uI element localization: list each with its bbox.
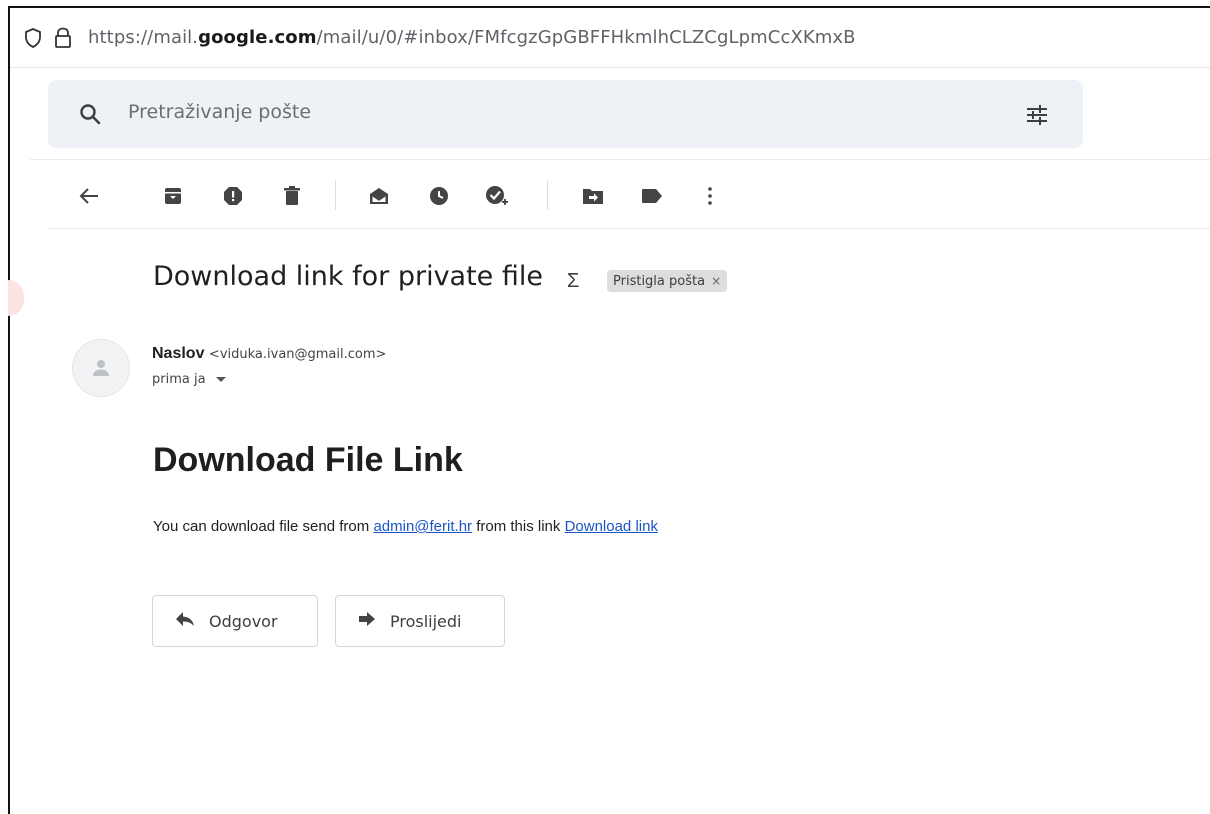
body-text-segment: from this link [476, 518, 561, 535]
address-bar[interactable]: https://mail.google.com/mail/u/0/#inbox/… [10, 8, 1210, 68]
snooze-icon[interactable] [421, 178, 457, 214]
delete-icon[interactable] [274, 178, 310, 214]
search-bar [48, 80, 1083, 148]
sender-name[interactable]: Naslov [152, 345, 204, 362]
body-text-segment: You can download file send from [153, 518, 370, 535]
sender-email-link[interactable]: admin@ferit.hr [373, 518, 472, 535]
url-text[interactable]: https://mail.google.com/mail/u/0/#inbox/… [88, 27, 856, 48]
reply-icon [175, 611, 195, 631]
side-indicator [8, 280, 24, 316]
search-icon[interactable] [78, 102, 102, 131]
sender-line: Naslov <viduka.ivan@gmail.com> [152, 345, 386, 363]
label-chip[interactable]: Pristigla pošta × [607, 270, 728, 292]
sender-email: <viduka.ivan@gmail.com> [208, 347, 387, 362]
lock-icon[interactable] [54, 27, 72, 49]
more-options-icon[interactable] [692, 178, 728, 214]
labels-icon[interactable] [634, 178, 670, 214]
forward-button[interactable]: Proslijedi [335, 595, 505, 647]
avatar[interactable] [72, 339, 130, 397]
download-link[interactable]: Download link [565, 518, 658, 535]
browser-window: https://mail.google.com/mail/u/0/#inbox/… [8, 6, 1210, 814]
forward-label: Proslijedi [390, 611, 462, 631]
shield-icon[interactable] [24, 28, 42, 48]
recipient-text: prima ja [152, 372, 206, 387]
reply-button[interactable]: Odgovor [152, 595, 318, 647]
toolbar-divider [547, 180, 548, 210]
search-input[interactable] [128, 101, 948, 123]
recipient-dropdown[interactable]: prima ja [152, 372, 226, 387]
forward-icon [358, 611, 376, 631]
email-subject: Download link for private file [153, 261, 543, 292]
toolbar-divider [335, 180, 336, 210]
email-body-text: You can download file send from admin@fe… [153, 518, 658, 535]
report-spam-icon[interactable] [215, 178, 251, 214]
importance-marker-icon[interactable]: Σ [567, 270, 579, 293]
chevron-down-icon[interactable] [215, 377, 226, 382]
mark-unread-icon[interactable] [361, 178, 397, 214]
toolbar-divider-bottom [48, 228, 1210, 229]
reply-label: Odgovor [209, 611, 278, 631]
header-divider [30, 159, 1210, 160]
archive-icon[interactable] [155, 178, 191, 214]
email-body-heading: Download File Link [153, 441, 463, 479]
add-to-tasks-icon[interactable] [479, 178, 515, 214]
search-options-icon[interactable] [1025, 104, 1049, 131]
move-to-icon[interactable] [575, 178, 611, 214]
back-arrow-icon[interactable] [71, 178, 107, 214]
label-chip-text: Pristigla pošta [613, 273, 706, 289]
remove-label-icon[interactable]: × [711, 274, 721, 288]
